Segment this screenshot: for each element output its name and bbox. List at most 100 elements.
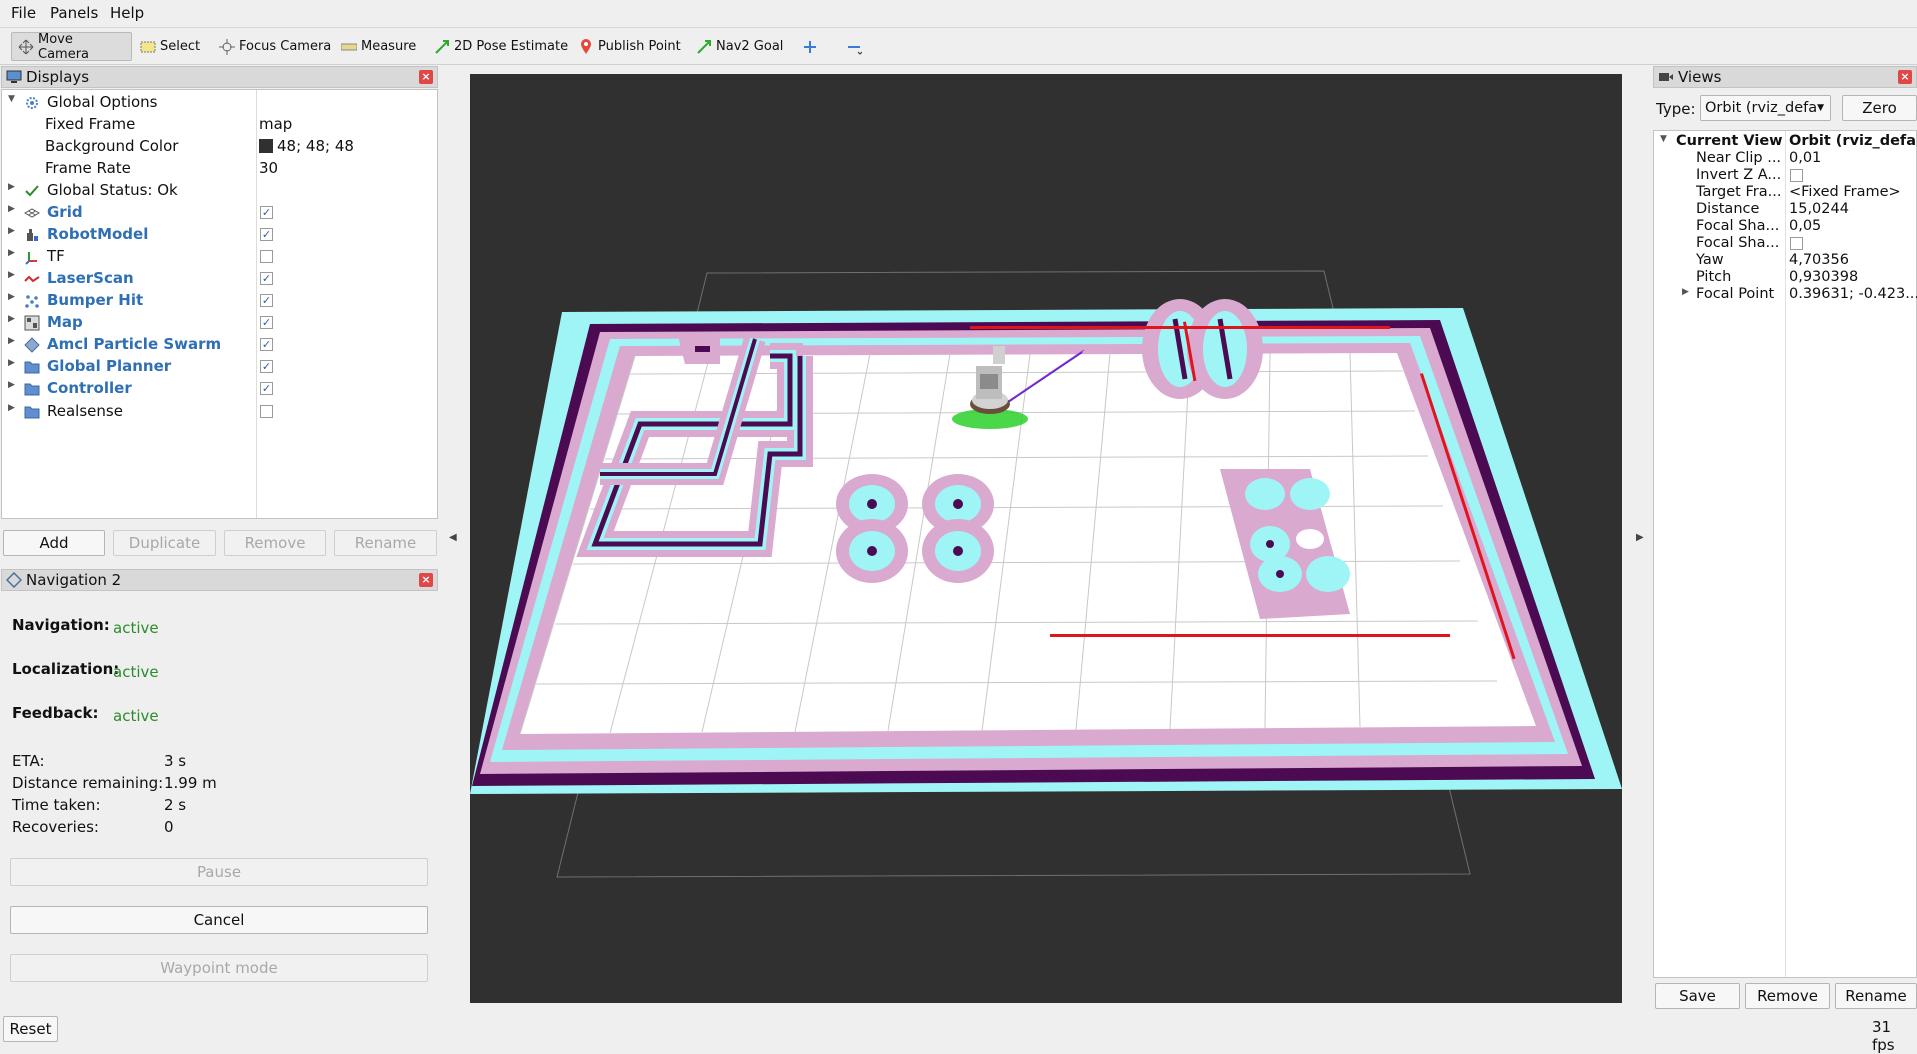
view-value[interactable]: 0.39631; -0.423... xyxy=(1789,286,1917,302)
pause-button[interactable]: Pause xyxy=(10,858,428,886)
collapse-right-arrow-icon[interactable]: ▶ xyxy=(1636,532,1644,543)
view-row-invert-z[interactable]: Invert Z A... xyxy=(1654,167,1916,184)
laserscan-checkbox[interactable]: ✓ xyxy=(260,272,273,285)
map-checkbox[interactable]: ✓ xyxy=(260,316,273,329)
view-key: Target Fra... xyxy=(1696,184,1782,200)
tree-row-robotmodel[interactable]: ▶ RobotModel ✓ xyxy=(2,224,437,246)
rename-view-button[interactable]: Rename xyxy=(1835,983,1917,1009)
displays-close-icon[interactable]: × xyxy=(419,70,433,84)
robotmodel-checkbox[interactable]: ✓ xyxy=(260,228,273,241)
expand-arrow-icon[interactable]: ▶ xyxy=(8,380,15,390)
save-view-button[interactable]: Save xyxy=(1655,983,1740,1009)
tf-checkbox[interactable] xyxy=(260,250,273,263)
bumper-hit-checkbox[interactable]: ✓ xyxy=(260,294,273,307)
collapse-arrow-icon[interactable]: ▼ xyxy=(8,94,15,104)
expand-arrow-icon[interactable]: ▶ xyxy=(8,182,15,192)
pose-estimate-tool[interactable]: 2D Pose Estimate xyxy=(428,32,574,61)
reset-button[interactable]: Reset xyxy=(3,1016,58,1042)
nav2-goal-tool[interactable]: Nav2 Goal xyxy=(690,32,789,61)
grid-checkbox[interactable]: ✓ xyxy=(260,206,273,219)
collapse-arrow-icon[interactable]: ▼ xyxy=(1660,134,1667,144)
fixed-frame-value[interactable]: map xyxy=(259,115,292,133)
navigation-close-icon[interactable]: × xyxy=(419,573,433,587)
view-value[interactable]: 4,70356 xyxy=(1789,252,1849,268)
focus-camera-icon xyxy=(219,38,235,55)
views-close-icon[interactable]: × xyxy=(1898,70,1912,84)
tree-row-background-color[interactable]: Background Color 48; 48; 48 xyxy=(2,136,437,158)
rename-display-button[interactable]: Rename xyxy=(334,530,437,556)
tree-row-global-planner[interactable]: ▶ Global Planner ✓ xyxy=(2,356,437,378)
folder-icon xyxy=(24,404,40,420)
tree-row-controller[interactable]: ▶ Controller ✓ xyxy=(2,378,437,400)
collapse-left-arrow-icon[interactable]: ◀ xyxy=(449,532,457,543)
waypoint-mode-button[interactable]: Waypoint mode xyxy=(10,954,428,982)
view-type-select[interactable]: Orbit (rviz_defa ▼ xyxy=(1700,95,1831,121)
zero-button[interactable]: Zero xyxy=(1842,95,1917,121)
tree-row-frame-rate[interactable]: Frame Rate 30 xyxy=(2,158,437,180)
tree-row-fixed-frame[interactable]: Fixed Frame map xyxy=(2,114,437,136)
tree-row-global-status[interactable]: ▶ Global Status: Ok xyxy=(2,180,437,202)
tree-row-map[interactable]: ▶ Map ✓ xyxy=(2,312,437,334)
tree-row-laserscan[interactable]: ▶ LaserScan ✓ xyxy=(2,268,437,290)
expand-arrow-icon[interactable]: ▶ xyxy=(8,336,15,346)
tree-row-amcl-particle-swarm[interactable]: ▶ Amcl Particle Swarm ✓ xyxy=(2,334,437,356)
global-planner-checkbox[interactable]: ✓ xyxy=(260,360,273,373)
tree-label: Amcl Particle Swarm xyxy=(47,335,222,353)
move-camera-tool[interactable]: Move Camera xyxy=(11,32,132,62)
measure-tool[interactable]: Measure xyxy=(335,32,422,61)
background-color-value[interactable]: 48; 48; 48 xyxy=(259,137,354,155)
view-key: Near Clip ... xyxy=(1696,150,1782,166)
distance-value: 1.99 m xyxy=(164,774,217,792)
view-value[interactable]: 0,930398 xyxy=(1789,269,1858,285)
view-row-focal-shape-fixed[interactable]: Focal Sha... xyxy=(1654,235,1916,252)
view-row-focal-shape-size[interactable]: Focal Sha... 0,05 xyxy=(1654,218,1916,235)
view-row-distance[interactable]: Distance 15,0244 xyxy=(1654,201,1916,218)
scene-svg[interactable] xyxy=(470,74,1622,1003)
tree-row-grid[interactable]: ▶ Grid ✓ xyxy=(2,202,437,224)
view-row-current-view[interactable]: ▼ Current View Orbit (rviz_defa... xyxy=(1654,133,1917,150)
add-display-button[interactable]: Add xyxy=(3,530,105,556)
view-value[interactable]: 0,01 xyxy=(1789,150,1821,166)
expand-arrow-icon[interactable]: ▶ xyxy=(8,358,15,368)
view-row-focal-point[interactable]: ▶ Focal Point 0.39631; -0.423... xyxy=(1654,286,1917,303)
duplicate-display-button[interactable]: Duplicate xyxy=(113,530,216,556)
expand-arrow-icon[interactable]: ▶ xyxy=(8,270,15,280)
expand-arrow-icon[interactable]: ▶ xyxy=(8,248,15,258)
invert-z-checkbox[interactable] xyxy=(1790,169,1803,182)
tree-row-realsense[interactable]: ▶ Realsense xyxy=(2,401,437,423)
publish-point-tool[interactable]: Publish Point xyxy=(572,32,687,61)
realsense-checkbox[interactable] xyxy=(260,405,273,418)
add-tool-button[interactable] xyxy=(796,32,828,61)
view-row-yaw[interactable]: Yaw 4,70356 xyxy=(1654,252,1916,269)
frame-rate-value[interactable]: 30 xyxy=(259,159,278,177)
remove-display-button[interactable]: Remove xyxy=(224,530,326,556)
view-value[interactable]: <Fixed Frame> xyxy=(1789,184,1901,200)
select-tool[interactable]: Select xyxy=(134,32,206,61)
expand-arrow-icon[interactable]: ▶ xyxy=(8,403,15,413)
expand-arrow-icon[interactable]: ▶ xyxy=(8,292,15,302)
tree-row-bumper-hit[interactable]: ▶ Bumper Hit ✓ xyxy=(2,290,437,312)
view-value[interactable]: 15,0244 xyxy=(1789,201,1849,217)
remove-view-button[interactable]: Remove xyxy=(1745,983,1830,1009)
view-row-near-clip[interactable]: Near Clip ... 0,01 xyxy=(1654,150,1916,167)
expand-arrow-icon[interactable]: ▶ xyxy=(1682,287,1689,297)
remove-tool-button[interactable] xyxy=(840,32,872,61)
amcl-checkbox[interactable]: ✓ xyxy=(260,338,273,351)
tree-row-tf[interactable]: ▶ TF xyxy=(2,246,437,268)
view-row-target-frame[interactable]: Target Fra... <Fixed Frame> xyxy=(1654,184,1916,201)
expand-arrow-icon[interactable]: ▶ xyxy=(8,226,15,236)
render-viewport[interactable] xyxy=(470,74,1622,1003)
expand-arrow-icon[interactable]: ▶ xyxy=(8,314,15,324)
menu-panels[interactable]: Panels xyxy=(50,4,98,22)
eta-label: ETA: xyxy=(12,752,45,770)
view-value[interactable]: 0,05 xyxy=(1789,218,1821,234)
focus-camera-tool[interactable]: Focus Camera xyxy=(213,32,337,61)
cancel-button[interactable]: Cancel xyxy=(10,906,428,934)
menu-help[interactable]: Help xyxy=(110,4,144,22)
focal-shape-checkbox[interactable] xyxy=(1790,237,1803,250)
controller-checkbox[interactable]: ✓ xyxy=(260,382,273,395)
expand-arrow-icon[interactable]: ▶ xyxy=(8,204,15,214)
tree-row-global-options[interactable]: ▼ Global Options xyxy=(2,92,437,114)
menu-file[interactable]: File xyxy=(11,4,36,22)
view-row-pitch[interactable]: Pitch 0,930398 xyxy=(1654,269,1916,286)
